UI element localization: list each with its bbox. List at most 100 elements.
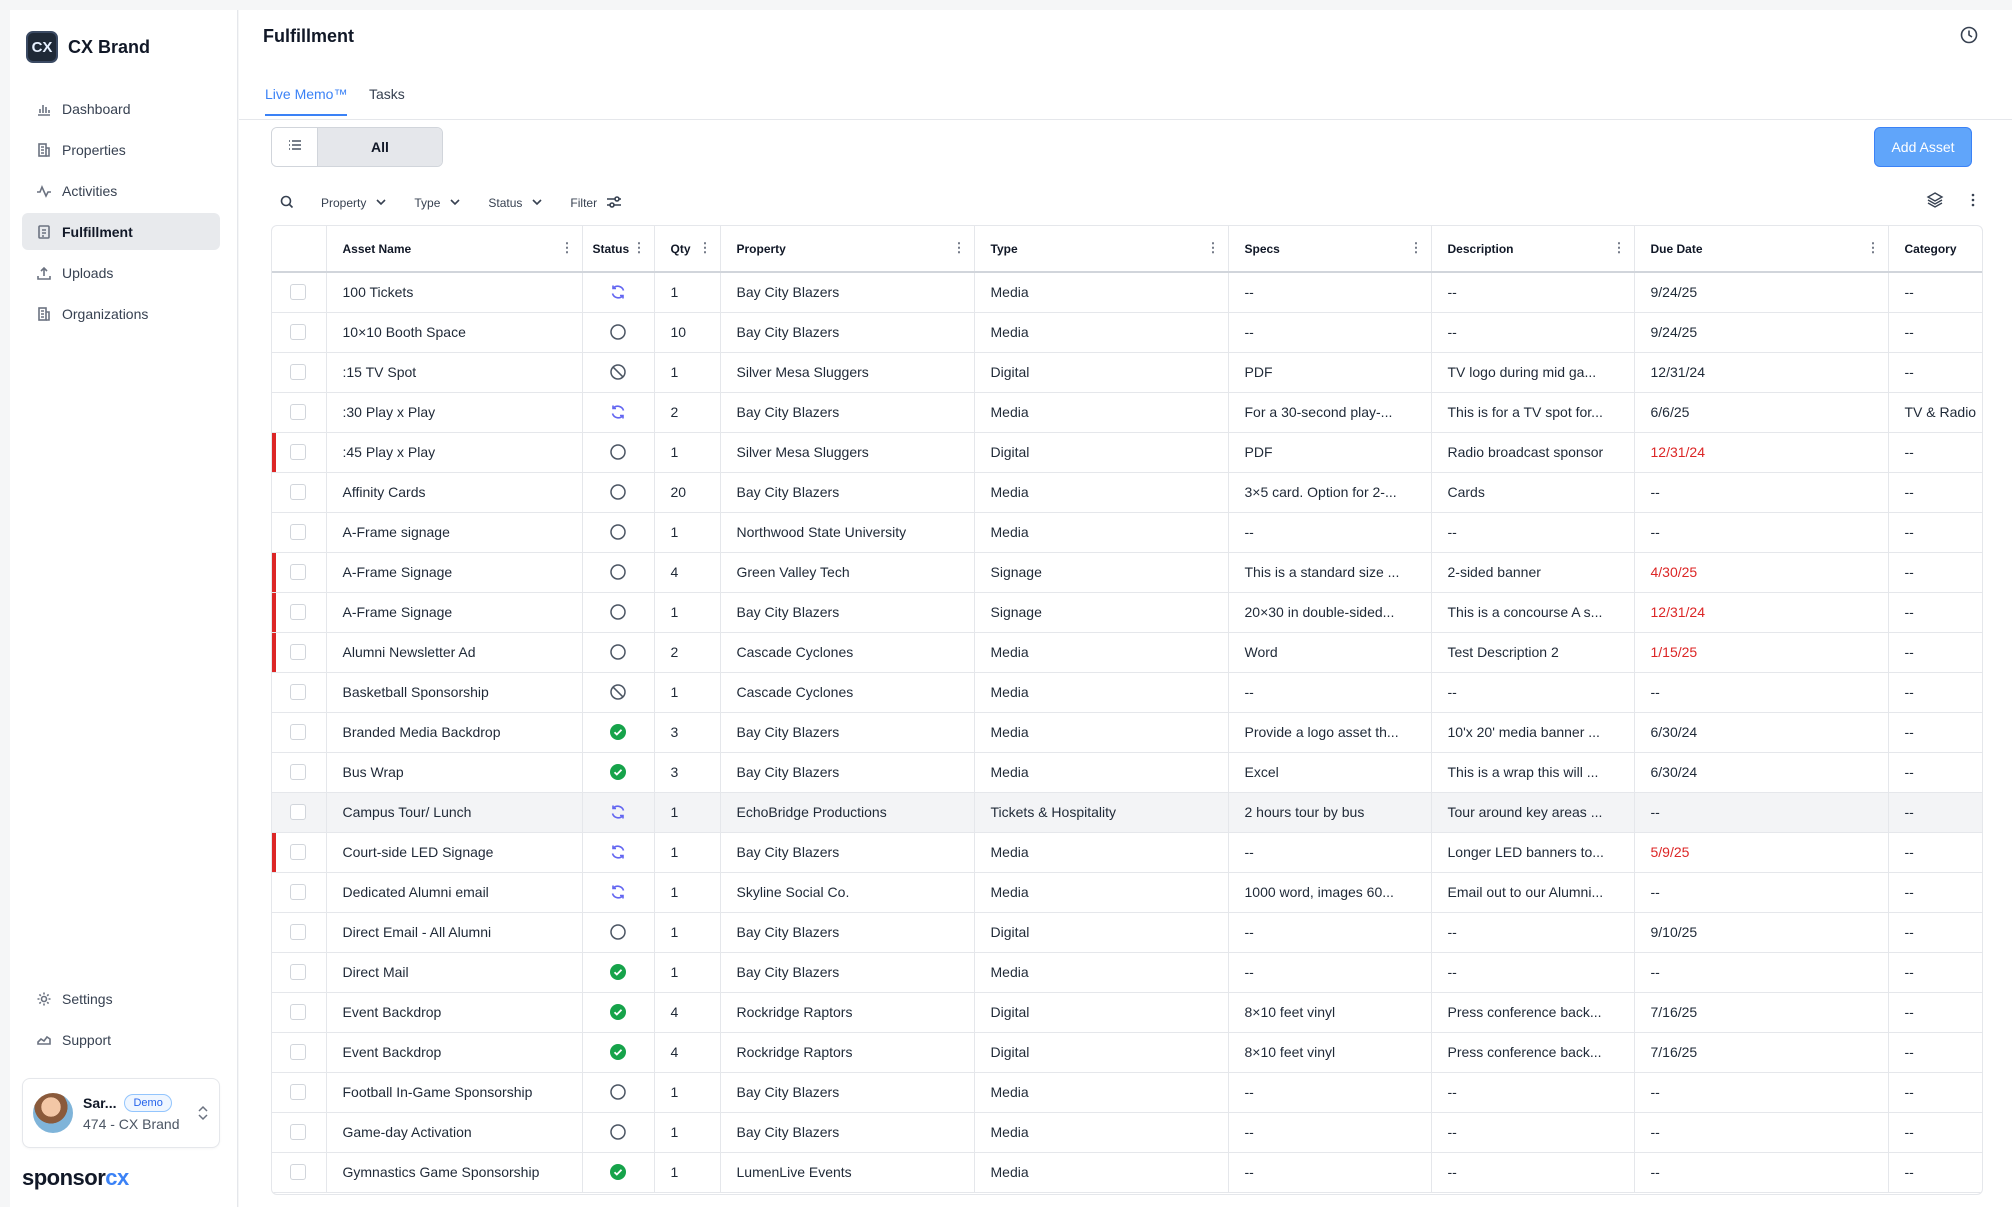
asset-name-cell[interactable]: A-Frame signage [326, 512, 583, 553]
table-row[interactable]: Gymnastics Game Sponsorship 1 LumenLive Ev… [272, 1152, 1982, 1193]
row-checkbox[interactable] [290, 804, 306, 820]
row-checkbox[interactable] [290, 564, 306, 580]
filter-button[interactable]: Filter [570, 194, 623, 213]
table-row[interactable]: :15 TV Spot 1 Silver Mesa Sluggers Digital P… [272, 352, 1982, 393]
user-switcher[interactable]: Sar... Demo 474 - CX Brand [22, 1078, 220, 1148]
column-header-qty[interactable]: Qty ⋮ [654, 226, 721, 273]
sidebar-item-dashboard[interactable]: Dashboard [22, 90, 220, 127]
column-menu-icon[interactable]: ⋮ [1867, 241, 1880, 254]
list-view-button[interactable] [272, 128, 318, 166]
status-cell[interactable] [582, 1112, 655, 1153]
tab-tasks[interactable]: Tasks [369, 86, 405, 114]
row-checkbox[interactable] [290, 884, 306, 900]
row-checkbox[interactable] [290, 1164, 306, 1180]
asset-name-cell[interactable]: Bus Wrap [326, 752, 583, 793]
status-cell[interactable] [582, 272, 655, 313]
asset-name-cell[interactable]: Court-side LED Signage [326, 832, 583, 873]
tab-live-memo[interactable]: Live Memo™ [265, 86, 348, 116]
column-header-category[interactable]: Category [1888, 226, 1982, 273]
row-checkbox[interactable] [290, 964, 306, 980]
status-cell[interactable] [582, 672, 655, 713]
sidebar-item-activities[interactable]: Activities [22, 172, 220, 209]
table-row[interactable]: Alumni Newsletter Ad 2 Cascade Cyclones Med… [272, 632, 1982, 673]
status-cell[interactable] [582, 712, 655, 753]
asset-name-cell[interactable]: A-Frame Signage [326, 592, 583, 633]
asset-name-cell[interactable]: Gymnastics Game Sponsorship [326, 1152, 583, 1193]
table-row[interactable]: Court-side LED Signage 1 Bay City Blazers M… [272, 832, 1982, 873]
column-header-description[interactable]: Description ⋮ [1431, 226, 1635, 273]
status-cell[interactable] [582, 512, 655, 553]
status-cell[interactable] [582, 832, 655, 873]
row-checkbox[interactable] [290, 1004, 306, 1020]
asset-name-cell[interactable]: :30 Play x Play [326, 392, 583, 433]
row-checkbox[interactable] [290, 404, 306, 420]
asset-name-cell[interactable]: Alumni Newsletter Ad [326, 632, 583, 673]
property-filter[interactable]: Property [321, 195, 388, 212]
asset-name-cell[interactable]: 10×10 Booth Space [326, 312, 583, 353]
asset-name-cell[interactable]: Direct Mail [326, 952, 583, 993]
table-row[interactable]: 10×10 Booth Space 10 Bay City Blazers Media… [272, 312, 1982, 353]
sidebar-item-uploads[interactable]: Uploads [22, 254, 220, 291]
table-row[interactable]: Branded Media Backdrop 3 Bay City Blazers M… [272, 712, 1982, 753]
table-row[interactable]: Direct Mail 1 Bay City Blazers Media -- -- -- -… [272, 952, 1982, 993]
history-icon[interactable] [1958, 24, 1980, 46]
asset-name-cell[interactable]: Football In-Game Sponsorship [326, 1072, 583, 1113]
table-row[interactable]: Football In-Game Sponsorship 1 Bay City Bl… [272, 1072, 1982, 1113]
search-icon[interactable] [279, 194, 295, 213]
asset-name-cell[interactable]: Direct Email - All Alumni [326, 912, 583, 953]
table-row[interactable]: Bus Wrap 3 Bay City Blazers Media Excel This … [272, 752, 1982, 793]
status-cell[interactable] [582, 1072, 655, 1113]
row-checkbox[interactable] [290, 924, 306, 940]
layers-icon[interactable] [1926, 191, 1944, 214]
table-row[interactable]: Affinity Cards 20 Bay City Blazers Media 3×5… [272, 472, 1982, 513]
table-row[interactable]: 100 Tickets 1 Bay City Blazers Media -- -- 9/2… [272, 272, 1982, 313]
column-menu-icon[interactable]: ⋮ [1613, 241, 1626, 254]
status-filter[interactable]: Status [488, 195, 544, 212]
sidebar-item-settings[interactable]: Settings [22, 980, 220, 1017]
column-header-property[interactable]: Property ⋮ [720, 226, 975, 273]
column-menu-icon[interactable]: ⋮ [953, 241, 966, 254]
status-cell[interactable] [582, 952, 655, 993]
table-row[interactable]: A-Frame signage 1 Northwood State Universi… [272, 512, 1982, 553]
status-cell[interactable] [582, 752, 655, 793]
row-checkbox[interactable] [290, 604, 306, 620]
row-checkbox[interactable] [290, 284, 306, 301]
asset-name-cell[interactable]: 100 Tickets [326, 272, 583, 313]
row-checkbox[interactable] [290, 484, 306, 500]
sidebar-item-organizations[interactable]: Organizations [22, 295, 220, 332]
asset-name-cell[interactable]: Dedicated Alumni email [326, 872, 583, 913]
row-checkbox[interactable] [290, 1044, 306, 1060]
column-header-type[interactable]: Type ⋮ [974, 226, 1229, 273]
status-cell[interactable] [582, 312, 655, 353]
table-row[interactable]: Campus Tour/ Lunch 1 EchoBridge Production… [272, 792, 1982, 833]
status-cell[interactable] [582, 592, 655, 633]
row-checkbox[interactable] [290, 764, 306, 780]
table-row[interactable]: :30 Play x Play 2 Bay City Blazers Media For… [272, 392, 1982, 433]
asset-name-cell[interactable]: Affinity Cards [326, 472, 583, 513]
asset-name-cell[interactable]: Branded Media Backdrop [326, 712, 583, 753]
row-checkbox[interactable] [290, 684, 306, 700]
asset-name-cell[interactable]: Game-day Activation [326, 1112, 583, 1153]
sidebar-item-fulfillment[interactable]: Fulfillment [22, 213, 220, 250]
table-row[interactable]: Event Backdrop 4 Rockridge Raptors Digital 8… [272, 1032, 1982, 1073]
table-row[interactable]: :45 Play x Play 1 Silver Mesa Sluggers Digi… [272, 432, 1982, 473]
row-checkbox[interactable] [290, 1084, 306, 1100]
asset-name-cell[interactable]: :45 Play x Play [326, 432, 583, 473]
row-checkbox[interactable] [290, 444, 306, 460]
view-all-button[interactable]: All [318, 128, 442, 166]
table-row[interactable]: A-Frame Signage 1 Bay City Blazers Signage 2… [272, 592, 1982, 633]
asset-name-cell[interactable]: Basketball Sponsorship [326, 672, 583, 713]
column-header-specs[interactable]: Specs ⋮ [1228, 226, 1432, 273]
status-cell[interactable] [582, 472, 655, 513]
column-menu-icon[interactable]: ⋮ [699, 241, 712, 254]
brand[interactable]: CX CX Brand [26, 31, 150, 63]
row-checkbox[interactable] [290, 524, 306, 540]
more-vertical-icon[interactable] [1970, 192, 1976, 213]
asset-name-cell[interactable]: Event Backdrop [326, 1032, 583, 1073]
sidebar-item-properties[interactable]: Properties [22, 131, 220, 168]
asset-name-cell[interactable]: Event Backdrop [326, 992, 583, 1033]
row-checkbox[interactable] [290, 844, 306, 860]
status-cell[interactable] [582, 1032, 655, 1073]
status-cell[interactable] [582, 1152, 655, 1193]
table-row[interactable]: Event Backdrop 4 Rockridge Raptors Digital 8… [272, 992, 1982, 1033]
